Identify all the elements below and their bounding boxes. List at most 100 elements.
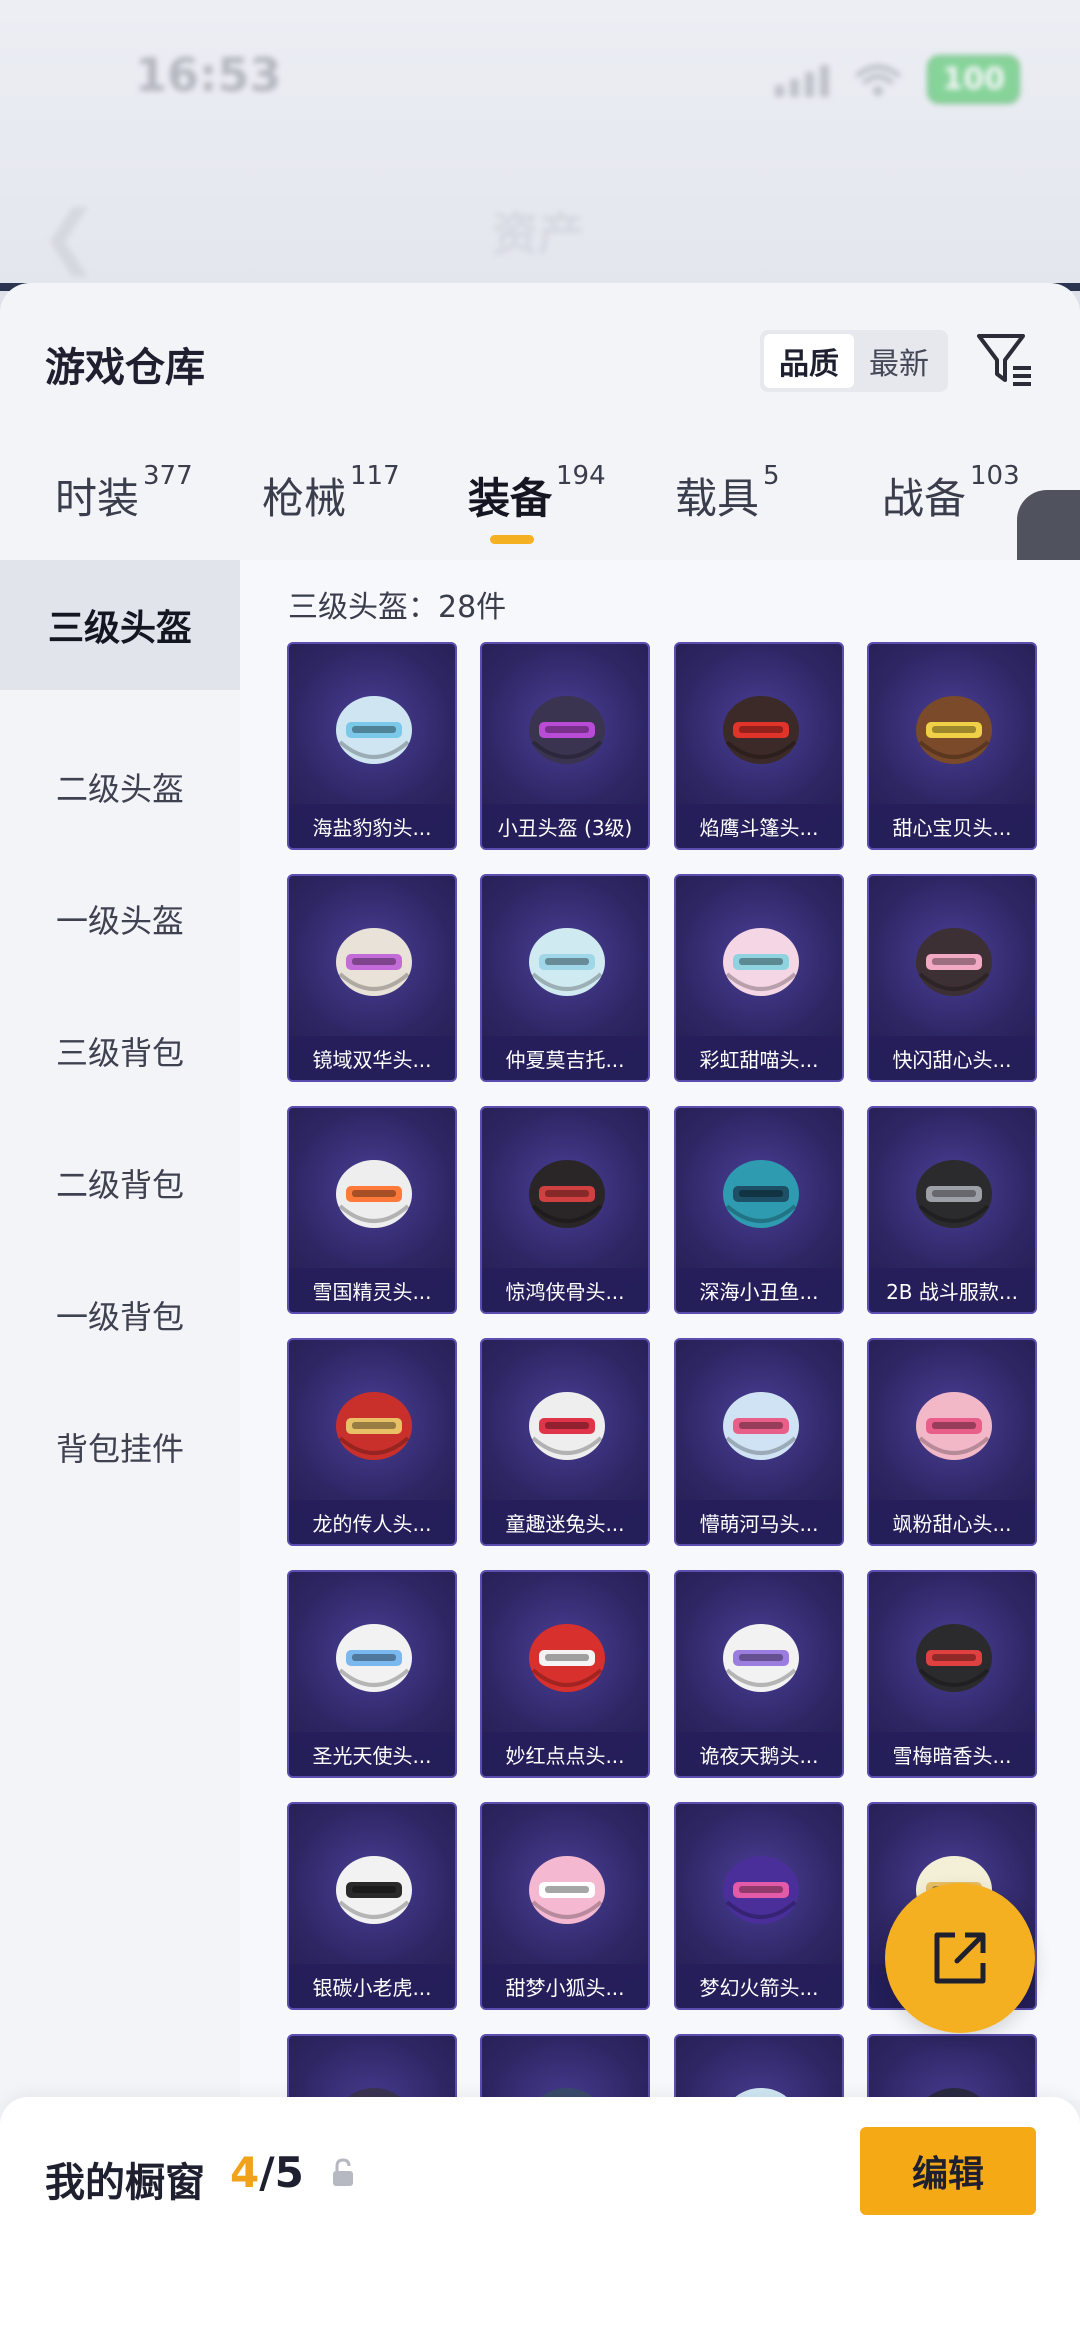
helmet-card[interactable]: 圣光天使头... bbox=[287, 1570, 457, 1778]
helmet-card-name: 飒粉甜心头... bbox=[869, 1500, 1035, 1544]
tab-count: 5 bbox=[763, 461, 780, 491]
helmet-card[interactable]: 银碳小老虎... bbox=[287, 1802, 457, 2010]
tab-vehicles[interactable]: 载具 5 bbox=[675, 461, 780, 526]
helmet-card[interactable]: 飒粉甜心头... bbox=[867, 1338, 1037, 1546]
helmet-card-name: 银碳小老虎... bbox=[289, 1964, 455, 2008]
helmet-card[interactable]: 深海小丑鱼... bbox=[674, 1106, 844, 1314]
helmet-card-name: 甜梦小狐头... bbox=[482, 1964, 648, 2008]
helmet-icon bbox=[723, 1160, 799, 1228]
helmet-card[interactable]: 懵萌河马头... bbox=[674, 1338, 844, 1546]
helmet-card-name: 梦幻火箭头... bbox=[676, 1964, 842, 2008]
tab-equipment[interactable]: 装备 194 bbox=[468, 461, 606, 526]
helmet-card[interactable]: 妙红点点头... bbox=[480, 1570, 650, 1778]
tab-label: 装备 bbox=[468, 474, 553, 523]
helmet-card[interactable]: 镜域双华头... bbox=[287, 874, 457, 1082]
helmet-icon bbox=[529, 1392, 605, 1460]
sort-quality-button[interactable]: 品质 bbox=[764, 334, 854, 388]
helmet-icon bbox=[916, 696, 992, 764]
helmet-icon bbox=[723, 1624, 799, 1692]
status-icons: 100 bbox=[775, 55, 1020, 104]
helmet-card[interactable] bbox=[674, 2034, 844, 2100]
tab-label: 载具 bbox=[675, 474, 760, 523]
helmet-card-name: 镜域双华头... bbox=[289, 1036, 455, 1080]
helmet-card[interactable]: 甜心宝贝头... bbox=[867, 642, 1037, 850]
share-icon bbox=[934, 1932, 986, 1984]
helmet-card[interactable]: 焰鹰斗篷头... bbox=[674, 642, 844, 850]
helmet-card-name: 童趣迷兔头... bbox=[482, 1500, 648, 1544]
share-button[interactable] bbox=[885, 1883, 1035, 2033]
helmet-card[interactable] bbox=[480, 2034, 650, 2100]
sidebar-item-level1-backpack[interactable]: 一级背包 bbox=[0, 1250, 240, 1380]
sidebar-item-level2-backpack[interactable]: 二级背包 bbox=[0, 1118, 240, 1248]
helmet-card[interactable]: 惊鸿侠骨头... bbox=[480, 1106, 650, 1314]
helmet-icon bbox=[529, 1624, 605, 1692]
sidebar-item-backpack-charm[interactable]: 背包挂件 bbox=[0, 1382, 240, 1512]
helmet-card[interactable]: 梦幻火箭头... bbox=[674, 1802, 844, 2010]
showcase-total-count: /5 bbox=[259, 2148, 304, 2197]
tab-label: 枪械 bbox=[262, 474, 347, 523]
helmet-card-name: 甜心宝贝头... bbox=[869, 804, 1035, 848]
helmet-icon bbox=[723, 696, 799, 764]
helmet-card-name: 惊鸿侠骨头... bbox=[482, 1268, 648, 1312]
helmet-card-name: 小丑头盔 (3级) bbox=[482, 804, 648, 848]
helmet-card-name: 龙的传人头... bbox=[289, 1500, 455, 1544]
helmet-card[interactable] bbox=[867, 2034, 1037, 2100]
helmet-card-name: 雪梅暗香头... bbox=[869, 1732, 1035, 1776]
helmet-card-name: 仲夏莫吉托... bbox=[482, 1036, 648, 1080]
helmet-card[interactable]: 童趣迷兔头... bbox=[480, 1338, 650, 1546]
tab-count: 377 bbox=[143, 461, 193, 491]
helmet-card-name: 深海小丑鱼... bbox=[676, 1268, 842, 1312]
tab-label: 时装 bbox=[55, 474, 140, 523]
helmet-card[interactable]: 龙的传人头... bbox=[287, 1338, 457, 1546]
signal-icon bbox=[775, 63, 830, 97]
tab-supplies[interactable]: 战备 103 bbox=[882, 461, 1020, 526]
helmet-card[interactable]: 小丑头盔 (3级) bbox=[480, 642, 650, 850]
helmet-card-name: 圣光天使头... bbox=[289, 1732, 455, 1776]
tab-weapons[interactable]: 枪械 117 bbox=[262, 461, 400, 526]
tab-label: 战备 bbox=[882, 474, 967, 523]
helmet-card[interactable]: 海盐豹豹头... bbox=[287, 642, 457, 850]
showcase-label: 我的橱窗 bbox=[45, 2160, 205, 2206]
showcase-current-count: 4 bbox=[230, 2148, 260, 2197]
helmet-card[interactable]: 雪梅暗香头... bbox=[867, 1570, 1037, 1778]
helmet-card[interactable]: 仲夏莫吉托... bbox=[480, 874, 650, 1082]
page-title: 资产 bbox=[492, 207, 584, 261]
helmet-card-name: 懵萌河马头... bbox=[676, 1500, 842, 1544]
sidebar-item-level3-backpack[interactable]: 三级背包 bbox=[0, 986, 240, 1116]
battery-indicator: 100 bbox=[927, 55, 1020, 104]
item-grid: 三级头盔：28件 海盐豹豹头... 小丑头盔 (3级) 焰鹰斗篷头... 甜心宝贝头.… bbox=[240, 560, 1080, 2100]
helmet-icon bbox=[529, 1160, 605, 1228]
helmet-card[interactable]: 彩虹甜喵头... bbox=[674, 874, 844, 1082]
sort-newest-button[interactable]: 最新 bbox=[854, 334, 944, 388]
helmet-card[interactable]: 诡夜天鹅头... bbox=[674, 1570, 844, 1778]
subcategory-sidebar: 三级头盔 二级头盔 一级头盔 三级背包 二级背包 一级背包 背包挂件 bbox=[0, 560, 240, 2100]
helmet-card-name: 彩虹甜喵头... bbox=[676, 1036, 842, 1080]
edit-button[interactable]: 编辑 bbox=[860, 2127, 1036, 2215]
category-tabs: 时装 377 枪械 117 装备 194 载具 5 战备 103 bbox=[0, 461, 1080, 555]
sidebar-item-level1-helmet[interactable]: 一级头盔 bbox=[0, 854, 240, 984]
helmet-card-name: 雪国精灵头... bbox=[289, 1268, 455, 1312]
helmet-card-name: 妙红点点头... bbox=[482, 1732, 648, 1776]
helmet-icon bbox=[336, 696, 412, 764]
item-count-label: 三级头盔：28件 bbox=[288, 590, 507, 625]
helmet-icon bbox=[916, 1624, 992, 1692]
sidebar-item-level3-helmet[interactable]: 三级头盔 bbox=[0, 560, 240, 690]
tab-count: 103 bbox=[970, 461, 1020, 491]
filter-icon[interactable] bbox=[975, 330, 1035, 390]
helmet-icon bbox=[916, 1160, 992, 1228]
tab-count: 117 bbox=[350, 461, 400, 491]
helmet-icon bbox=[336, 1624, 412, 1692]
helmet-icon bbox=[723, 1392, 799, 1460]
sidebar-item-level2-helmet[interactable]: 二级头盔 bbox=[0, 722, 240, 852]
helmet-card[interactable]: 2B 战斗服款... bbox=[867, 1106, 1037, 1314]
lock-icon bbox=[333, 2158, 353, 2186]
helmet-card[interactable]: 甜梦小狐头... bbox=[480, 1802, 650, 2010]
back-button[interactable]: ❮ bbox=[40, 195, 99, 277]
helmet-icon bbox=[336, 1856, 412, 1924]
helmet-card[interactable]: 快闪甜心头... bbox=[867, 874, 1037, 1082]
sort-toggle: 品质 最新 bbox=[760, 330, 948, 392]
helmet-card-name: 2B 战斗服款... bbox=[869, 1268, 1035, 1312]
helmet-card[interactable] bbox=[287, 2034, 457, 2100]
helmet-card[interactable]: 雪国精灵头... bbox=[287, 1106, 457, 1314]
tab-fashion[interactable]: 时装 377 bbox=[55, 461, 193, 526]
